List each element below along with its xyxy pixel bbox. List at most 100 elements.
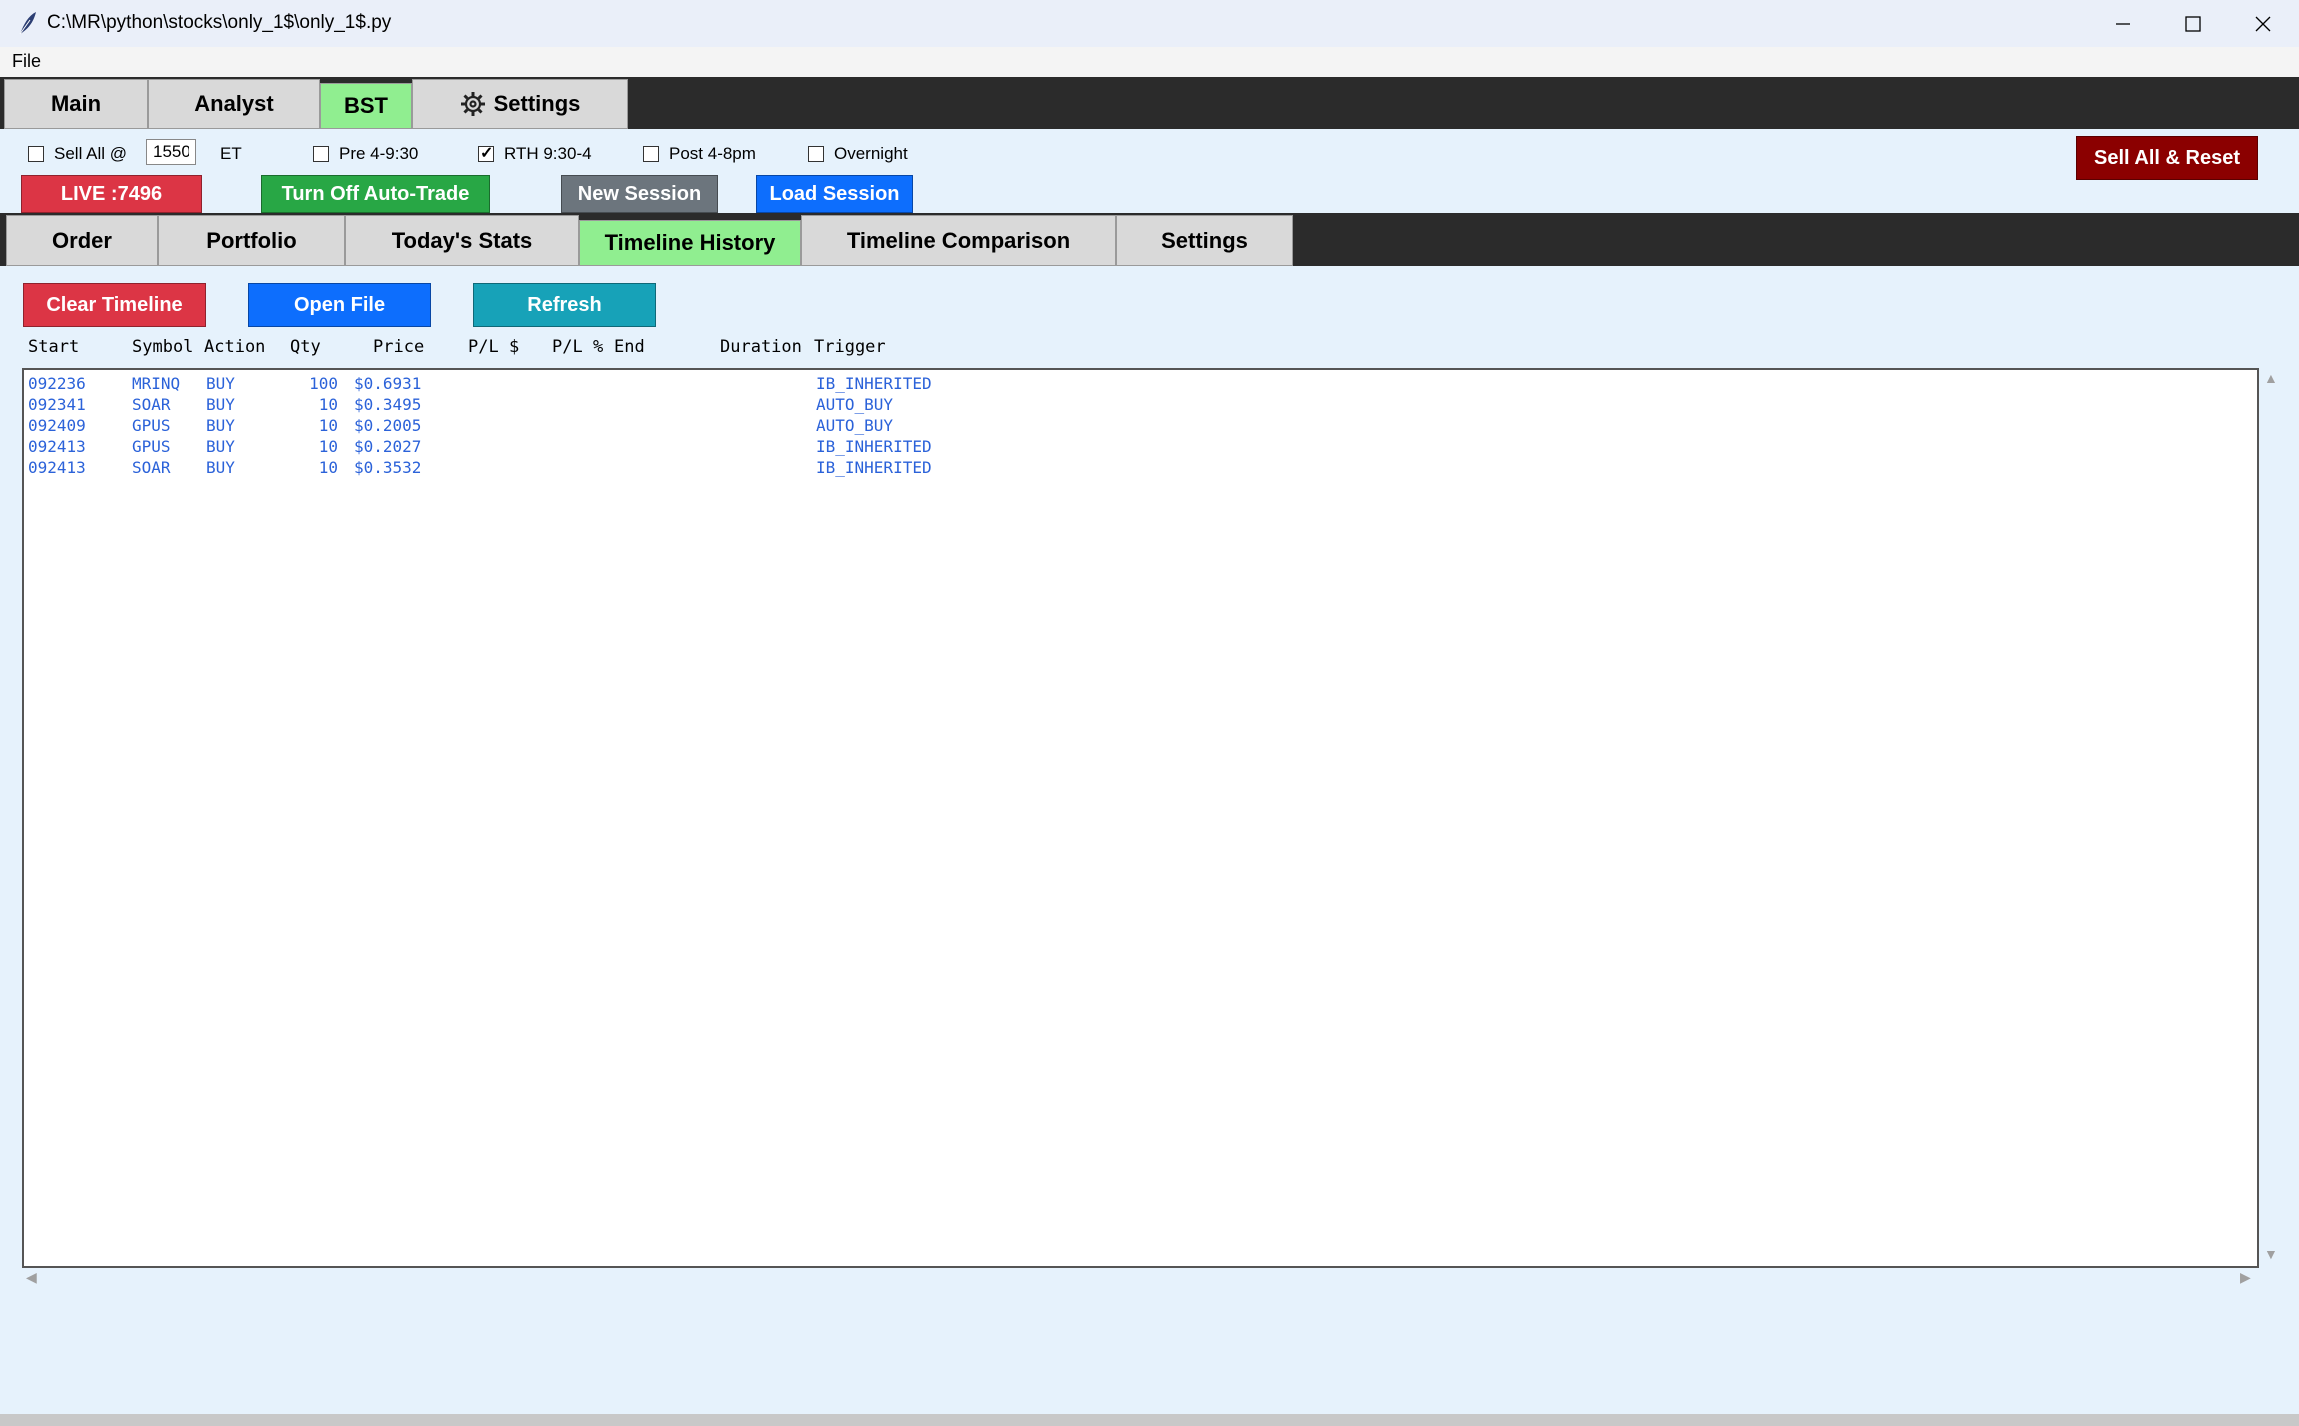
tab-sub-settings[interactable]: Settings xyxy=(1116,215,1293,266)
tab-settings-label: Settings xyxy=(493,91,581,116)
sell-all-box[interactable] xyxy=(28,146,44,162)
table-row[interactable]: 092409 GPUS BUY 10 $0.2005 AUTO_BUY xyxy=(28,416,1128,437)
rth-label: RTH 9:30-4 xyxy=(504,144,592,163)
tab-bst[interactable]: BST xyxy=(320,83,412,129)
clear-timeline-button[interactable]: Clear Timeline xyxy=(23,283,206,327)
col-trigger: Trigger xyxy=(814,337,886,357)
cell-trigger: IB_INHERITED xyxy=(816,437,932,456)
tab-sub-settings-label: Settings xyxy=(1161,227,1248,253)
table-row[interactable]: 092413 SOAR BUY 10 $0.3532 IB_INHERITED xyxy=(28,458,1128,479)
refresh-button[interactable]: Refresh xyxy=(473,283,656,327)
overnight-label: Overnight xyxy=(834,144,908,163)
cell-start: 092236 xyxy=(28,374,86,393)
cell-start: 092413 xyxy=(28,458,86,477)
sell-all-label: Sell All @ xyxy=(54,144,128,163)
sub-tab-strip: Order Portfolio Today's Stats Timeline H… xyxy=(0,213,2299,266)
live-button[interactable]: LIVE :7496 xyxy=(21,175,202,213)
overnight-checkbox[interactable]: Overnight xyxy=(808,144,908,164)
scroll-up-icon[interactable]: ▲ xyxy=(2264,370,2278,386)
cell-action: BUY xyxy=(206,395,235,414)
load-session-button[interactable]: Load Session xyxy=(756,175,913,213)
tab-portfolio[interactable]: Portfolio xyxy=(158,215,345,266)
new-session-button[interactable]: New Session xyxy=(561,175,718,213)
cell-trigger: AUTO_BUY xyxy=(816,416,894,435)
tab-timeline-history[interactable]: Timeline History xyxy=(579,220,801,266)
gear-icon xyxy=(460,92,485,116)
tab-order[interactable]: Order xyxy=(6,215,158,266)
maximize-icon xyxy=(2185,15,2201,32)
col-end: End xyxy=(614,337,645,357)
cell-qty: 10 xyxy=(318,458,338,477)
cell-symbol: SOAR xyxy=(132,395,171,414)
tab-settings[interactable]: Settings xyxy=(412,79,628,129)
cell-action: BUY xyxy=(206,437,235,456)
tab-todays-stats-label: Today's Stats xyxy=(391,227,533,253)
pre-market-box[interactable] xyxy=(313,146,329,162)
menu-file[interactable]: File xyxy=(12,51,41,72)
scroll-right-icon[interactable]: ▶ xyxy=(2240,1269,2251,1286)
tab-timeline-comparison[interactable]: Timeline Comparison xyxy=(801,215,1116,266)
cell-qty: 100 xyxy=(309,374,338,393)
auto-trade-label: Turn Off Auto-Trade xyxy=(281,182,470,205)
cell-symbol: MRINQ xyxy=(132,374,181,393)
col-pl-dollar: P/L $ xyxy=(468,337,520,357)
menu-bar: File xyxy=(0,47,2299,77)
cell-trigger: IB_INHERITED xyxy=(816,374,932,393)
cell-price: $0.3532 xyxy=(354,458,422,477)
scroll-down-icon[interactable]: ▼ xyxy=(2264,1246,2278,1262)
cell-action: BUY xyxy=(206,374,235,393)
cell-action: BUY xyxy=(206,416,235,435)
sell-all-checkbox[interactable]: Sell All @ xyxy=(28,144,127,164)
tab-todays-stats[interactable]: Today's Stats xyxy=(345,215,579,266)
sell-all-time-input[interactable] xyxy=(146,139,196,165)
open-file-button[interactable]: Open File xyxy=(248,283,431,327)
cell-price: $0.2005 xyxy=(354,416,422,435)
pre-market-checkbox[interactable]: Pre 4-9:30 xyxy=(313,144,418,164)
sell-all-reset-label: Sell All & Reset xyxy=(2094,146,2240,169)
cell-qty: 10 xyxy=(318,416,338,435)
table-row[interactable]: 092341 SOAR BUY 10 $0.3495 AUTO_BUY xyxy=(28,395,1128,416)
tab-order-label: Order xyxy=(52,227,112,253)
cell-trigger: IB_INHERITED xyxy=(816,458,932,477)
auto-trade-button[interactable]: Turn Off Auto-Trade xyxy=(261,175,490,213)
col-symbol: Symbol xyxy=(132,337,194,357)
cell-start: 092409 xyxy=(28,416,86,435)
bottom-edge xyxy=(0,1414,2299,1426)
post-market-checkbox[interactable]: Post 4-8pm xyxy=(643,144,756,164)
table-row[interactable]: 092236 MRINQ BUY 100 $0.6931 IB_INHERITE… xyxy=(28,374,1128,395)
cell-price: $0.3495 xyxy=(354,395,422,414)
timeline-list[interactable]: 092236 MRINQ BUY 100 $0.6931 IB_INHERITE… xyxy=(22,368,2259,1268)
close-button[interactable] xyxy=(2228,0,2298,47)
main-tab-strip: Main Analyst BST Settings xyxy=(0,77,2299,129)
load-session-label: Load Session xyxy=(769,182,900,205)
minimize-button[interactable] xyxy=(2088,0,2158,47)
cell-start: 092341 xyxy=(28,395,86,414)
tab-main[interactable]: Main xyxy=(4,79,148,129)
tab-analyst[interactable]: Analyst xyxy=(148,79,320,129)
post-market-box[interactable] xyxy=(643,146,659,162)
refresh-label: Refresh xyxy=(527,293,602,316)
tab-analyst-label: Analyst xyxy=(194,91,274,116)
col-action: Action xyxy=(204,337,266,357)
vertical-scrollbar[interactable]: ▲ ▼ xyxy=(2261,368,2279,1268)
maximize-button[interactable] xyxy=(2158,0,2228,47)
cell-price: $0.6931 xyxy=(354,374,422,393)
cell-trigger: AUTO_BUY xyxy=(816,395,894,414)
overnight-box[interactable] xyxy=(808,146,824,162)
col-pl-pct: P/L % xyxy=(552,337,604,357)
col-duration: Duration xyxy=(720,337,802,357)
table-row[interactable]: 092413 GPUS BUY 10 $0.2027 IB_INHERITED xyxy=(28,437,1128,458)
cell-action: BUY xyxy=(206,458,235,477)
rth-box[interactable] xyxy=(478,143,494,163)
minimize-icon xyxy=(2116,22,2130,25)
horizontal-scrollbar[interactable]: ◀ ▶ xyxy=(22,1268,2259,1288)
scroll-left-icon[interactable]: ◀ xyxy=(26,1269,37,1286)
sell-all-reset-button[interactable]: Sell All & Reset xyxy=(2076,136,2258,180)
col-price: Price xyxy=(373,337,425,357)
et-label: ET xyxy=(220,144,242,163)
post-market-label: Post 4-8pm xyxy=(669,144,756,163)
cell-symbol: GPUS xyxy=(132,416,171,435)
new-session-label: New Session xyxy=(577,182,702,205)
rth-checkbox[interactable]: RTH 9:30-4 xyxy=(478,143,592,164)
cell-price: $0.2027 xyxy=(354,437,422,456)
